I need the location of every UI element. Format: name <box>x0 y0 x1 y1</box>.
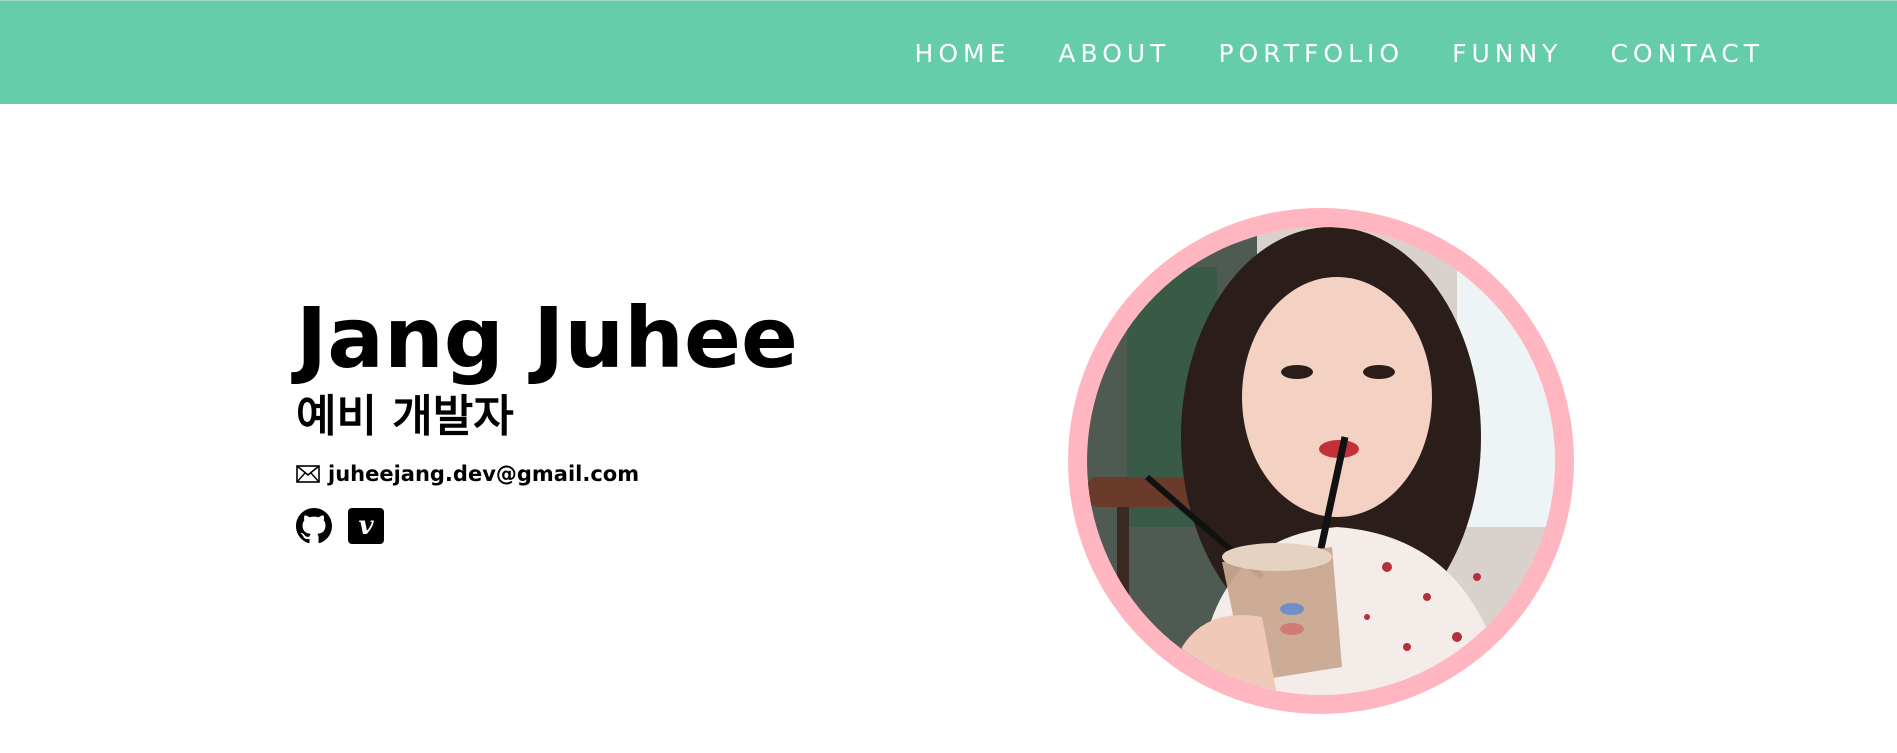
profile-photo-illustration <box>1087 227 1555 695</box>
nav-item-portfolio[interactable]: PORTFOLIO <box>1218 39 1404 68</box>
hero-name: Jang Juhee <box>296 289 798 387</box>
profile-photo <box>1087 227 1555 695</box>
nav-item-about[interactable]: ABOUT <box>1058 39 1170 68</box>
navbar: HOME ABOUT PORTFOLIO FUNNY CONTACT <box>0 0 1897 104</box>
hero-section: Jang Juhee 예비 개발자 juheejang.dev@gmail.co… <box>296 290 798 544</box>
email-link[interactable]: juheejang.dev@gmail.com <box>328 462 639 486</box>
profile-photo-frame <box>1068 208 1574 714</box>
mail-icon <box>296 465 320 483</box>
social-links: v <box>296 508 798 544</box>
vimeo-icon[interactable]: v <box>348 508 384 544</box>
github-icon[interactable] <box>296 508 332 544</box>
nav-menu: HOME ABOUT PORTFOLIO FUNNY CONTACT <box>915 1 1764 105</box>
email-row: juheejang.dev@gmail.com <box>296 460 798 488</box>
nav-item-contact[interactable]: CONTACT <box>1610 39 1764 68</box>
hero-subtitle: 예비 개발자 <box>296 391 514 442</box>
nav-item-funny[interactable]: FUNNY <box>1452 39 1562 68</box>
nav-item-home[interactable]: HOME <box>915 39 1011 68</box>
